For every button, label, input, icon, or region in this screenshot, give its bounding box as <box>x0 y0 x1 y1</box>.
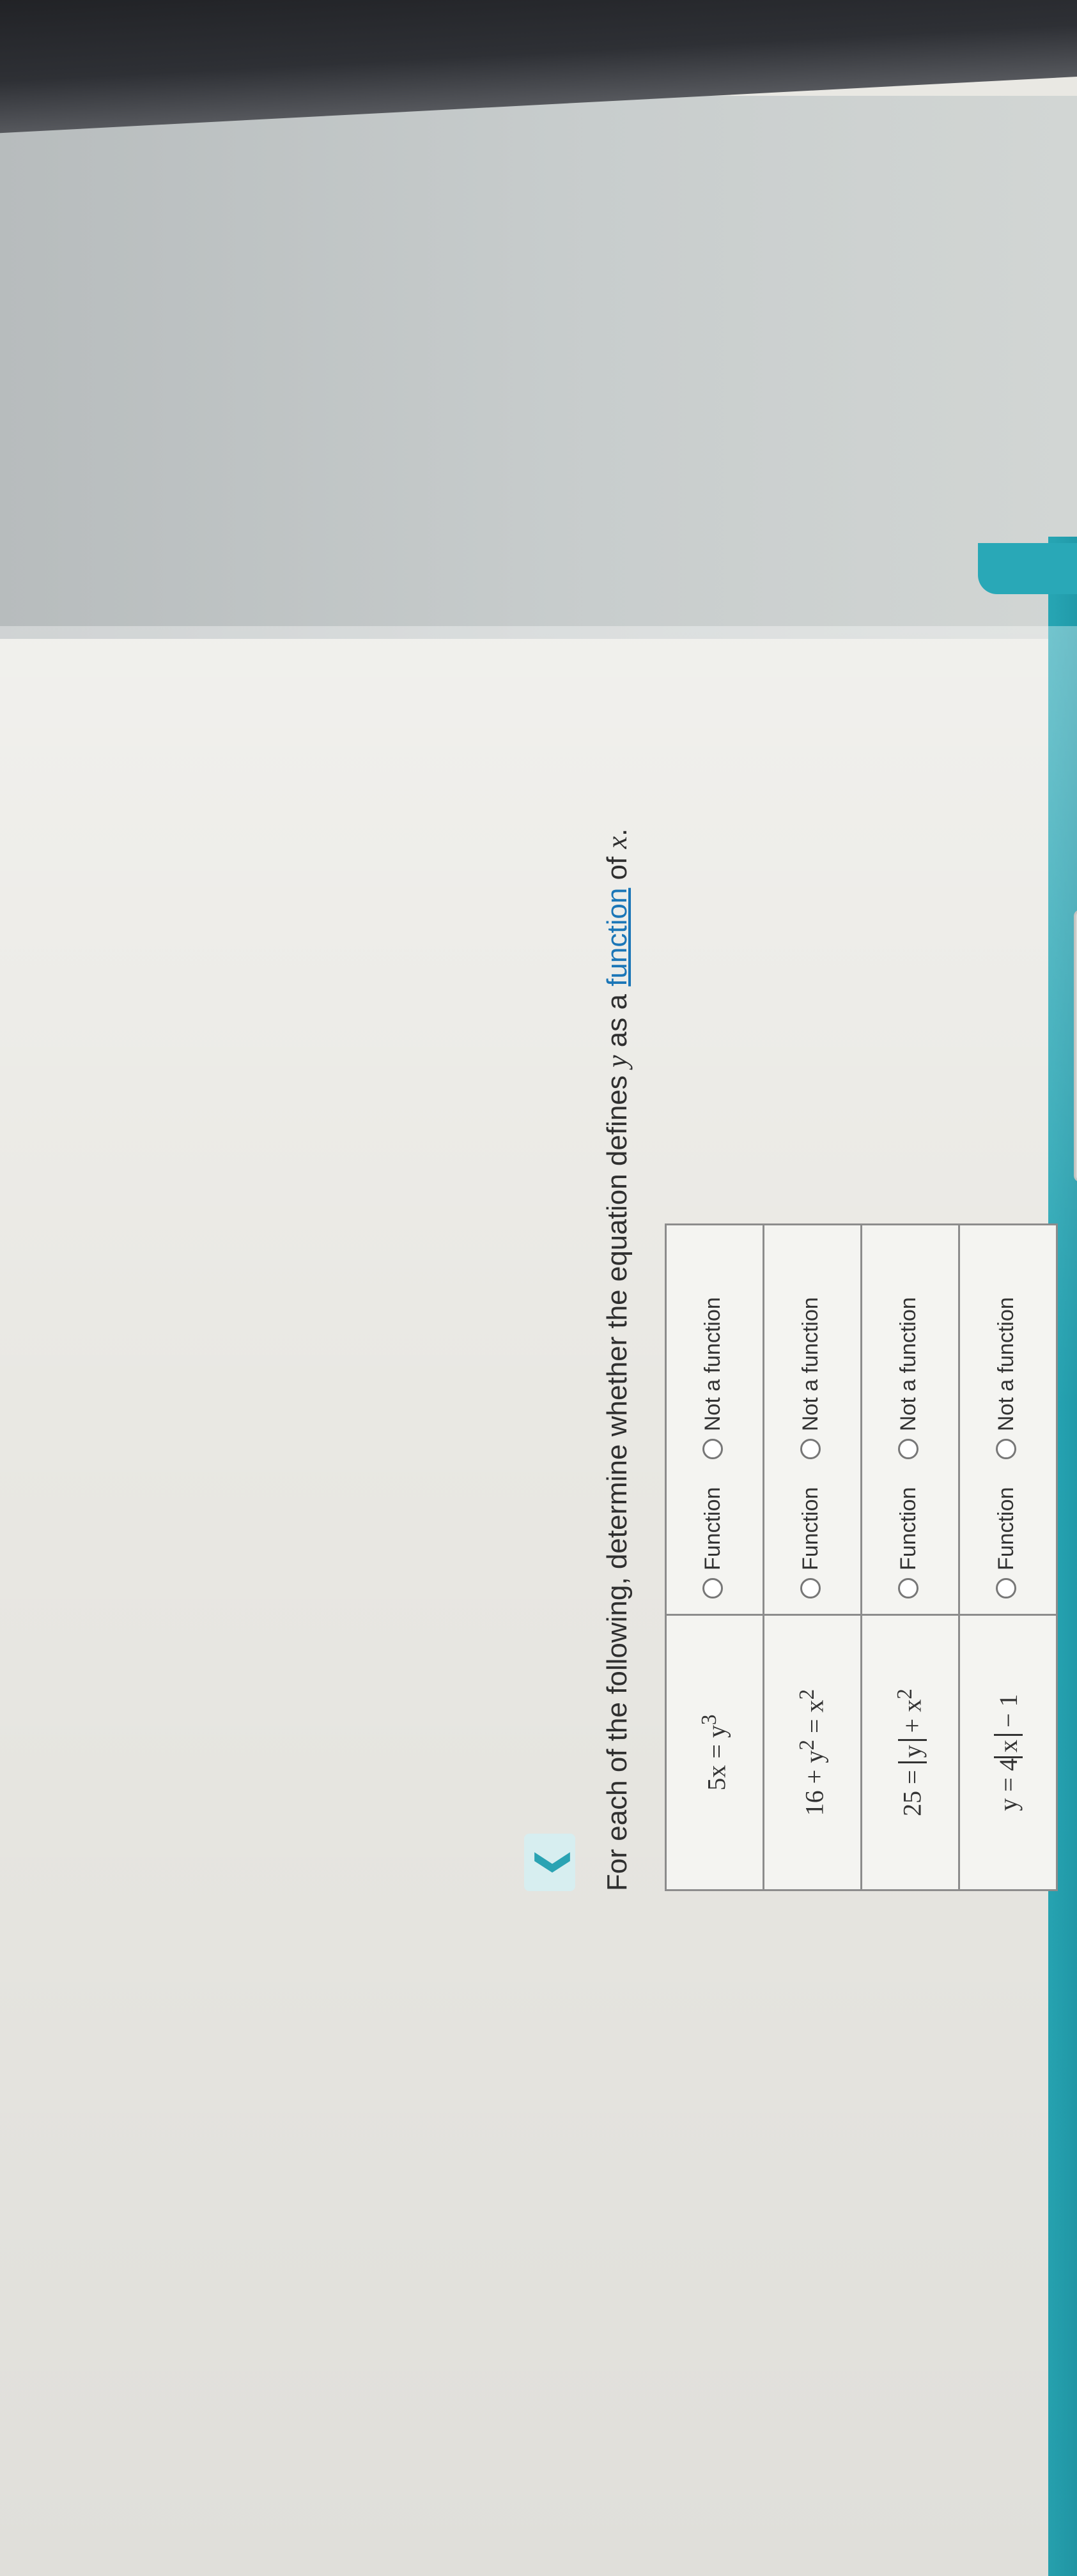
radio-function[interactable]: Function <box>701 1487 725 1598</box>
question-panel: ❮ For each of the following, determine w… <box>499 0 1077 1904</box>
exponent: 2 <box>893 1689 917 1699</box>
equation-text: − 1 <box>993 1694 1023 1734</box>
option-label: Function <box>798 1487 823 1570</box>
equation-cell: 5x = y3 <box>665 1614 764 1890</box>
absolute-value: x <box>993 1734 1023 1758</box>
radio-not-a-function[interactable]: Not a function <box>993 1297 1019 1460</box>
radio-circle-icon[interactable] <box>898 1439 919 1460</box>
option-label: Function <box>700 1487 725 1570</box>
equation-text: y = 4 <box>993 1758 1023 1811</box>
radio-circle-icon[interactable] <box>702 1578 724 1598</box>
options-cell: Function Not a function <box>959 1224 1057 1615</box>
radio-circle-icon[interactable] <box>996 1578 1017 1598</box>
exponent: 3 <box>697 1714 722 1726</box>
equation-cell: 16 + y2 = x2 <box>763 1614 862 1890</box>
back-button[interactable]: ❮ <box>524 1834 575 1891</box>
radio-circle-icon[interactable] <box>898 1578 919 1598</box>
equations-table: 5x = y3 Function Not a function 16 + y2 … <box>665 1223 1058 1891</box>
radio-circle-icon[interactable] <box>996 1439 1017 1460</box>
options-cell: Function Not a function <box>665 1224 764 1615</box>
exponent: 2 <box>795 1689 819 1700</box>
equation-text: + x <box>897 1699 927 1740</box>
option-label: Not a function <box>700 1297 725 1432</box>
answer-actions: × ↺ <box>1074 910 1077 1182</box>
radio-function[interactable]: Function <box>896 1487 921 1598</box>
table-row: 25 = y + x2 Function Not a function <box>861 1224 959 1890</box>
radio-circle-icon[interactable] <box>800 1578 821 1598</box>
equation-cell: y = 4x − 1 <box>959 1614 1057 1890</box>
radio-function[interactable]: Function <box>798 1487 823 1598</box>
radio-circle-icon[interactable] <box>800 1439 821 1460</box>
options-cell: Function Not a function <box>861 1224 959 1615</box>
option-label: Not a function <box>798 1297 823 1432</box>
radio-not-a-function[interactable]: Not a function <box>798 1297 823 1460</box>
equation-text: 5x = y <box>702 1725 731 1791</box>
prompt-text-end: . <box>601 828 633 837</box>
prompt-text-mid: as a <box>601 986 633 1055</box>
radio-circle-icon[interactable] <box>702 1439 724 1460</box>
table-row: 5x = y3 Function Not a function <box>665 1224 764 1890</box>
table-row: y = 4x − 1 Function Not a function <box>959 1224 1057 1890</box>
table-row: 16 + y2 = x2 Function Not a function <box>763 1224 862 1890</box>
absolute-value: y <box>897 1739 927 1764</box>
option-label: Function <box>993 1487 1018 1570</box>
option-label: Not a function <box>993 1297 1018 1432</box>
equation-text: = x <box>800 1699 829 1740</box>
equation-text: 25 = <box>897 1763 927 1816</box>
prompt-var-x: x <box>601 836 633 849</box>
photo-scene: ❮ For each of the following, determine w… <box>0 0 1077 2576</box>
options-cell: Function Not a function <box>763 1224 862 1615</box>
equation-text: 16 + y <box>800 1750 829 1816</box>
prompt-var-y: y <box>601 1055 633 1068</box>
radio-not-a-function[interactable]: Not a function <box>895 1297 921 1460</box>
option-label: Not a function <box>895 1297 920 1432</box>
function-link[interactable]: function <box>601 888 633 986</box>
radio-not-a-function[interactable]: Not a function <box>700 1297 725 1460</box>
prompt-text-after: of <box>601 848 633 888</box>
radio-function[interactable]: Function <box>994 1487 1019 1598</box>
option-label: Function <box>895 1487 920 1570</box>
exponent: 2 <box>795 1740 819 1751</box>
chevron-left-icon: ❮ <box>531 1848 569 1877</box>
prompt-text-before: For each of the following, determine whe… <box>601 1067 633 1891</box>
equation-cell: 25 = y + x2 <box>861 1614 959 1890</box>
question-prompt: For each of the following, determine whe… <box>601 829 633 1891</box>
